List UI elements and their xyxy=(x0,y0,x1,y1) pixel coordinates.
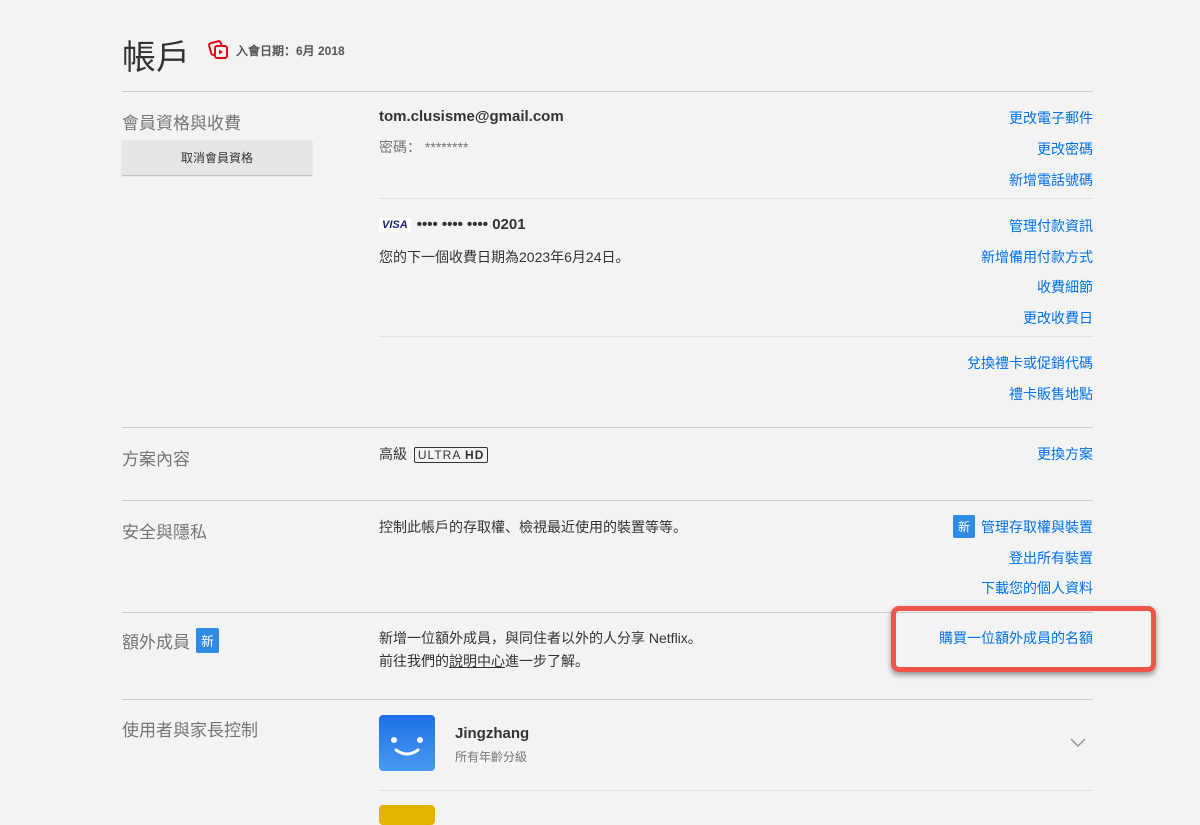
security-description: 控制此帳戶的存取權、檢視最近使用的裝置等等。 xyxy=(379,519,687,535)
section-profiles: 使用者與家長控制 xyxy=(122,721,258,740)
next-billing-date: 您的下一個收費日期為2023年6月24日。 xyxy=(379,249,630,265)
redeem-gift-card-link[interactable]: 兌換禮卡或促銷代碼 xyxy=(967,353,1093,373)
membership-icon xyxy=(208,40,228,59)
ultra-hd-badge: ULTRA HD xyxy=(413,447,489,463)
billing-details-link[interactable]: 收費細節 xyxy=(1037,277,1093,297)
smiley-icon xyxy=(391,737,423,756)
sign-out-all-devices-link[interactable]: 登出所有裝置 xyxy=(1009,548,1093,568)
visa-icon: VISA xyxy=(379,217,411,232)
profile-rating: 所有年齡分級 xyxy=(455,750,528,764)
buy-extra-member-link[interactable]: 購買一位額外成員的名額 xyxy=(939,628,1093,648)
change-password-link[interactable]: 更改密碼 xyxy=(1037,139,1093,159)
help-center-line: 前往我們的說明中心進一步了解。 xyxy=(379,651,589,671)
divider xyxy=(379,198,1093,199)
page-title: 帳戶 xyxy=(122,39,190,77)
account-email: tom.clusisme@gmail.com xyxy=(379,108,564,125)
profile-avatar[interactable] xyxy=(379,715,435,771)
new-badge: 新 xyxy=(952,515,975,538)
divider xyxy=(122,91,1093,92)
add-phone-link[interactable]: 新增電話號碼 xyxy=(1009,170,1093,190)
manage-access-row: 新管理存取權與裝置 xyxy=(952,515,1093,538)
plan-tier: 高級 xyxy=(379,446,407,462)
badge-hd: HD xyxy=(465,448,485,462)
new-badge: 新 xyxy=(196,628,220,653)
section-extra-member: 額外成員新 xyxy=(122,628,220,653)
divider xyxy=(122,699,1093,700)
password-label: 密碼： xyxy=(379,139,421,155)
manage-access-link[interactable]: 管理存取權與裝置 xyxy=(981,517,1093,537)
help-pre: 前往我們的 xyxy=(379,653,449,669)
help-center-link[interactable]: 說明中心 xyxy=(449,653,505,669)
change-email-link[interactable]: 更改電子郵件 xyxy=(1009,108,1093,128)
change-plan-link[interactable]: 更換方案 xyxy=(1037,444,1093,464)
section-security: 安全與隱私 xyxy=(122,523,207,542)
password-value: ******** xyxy=(424,139,469,155)
extra-member-description: 新增一位額外成員，與同住者以外的人分享 Netflix。 xyxy=(379,630,702,646)
help-post: 進一步了解。 xyxy=(505,653,589,669)
divider xyxy=(122,427,1093,428)
section-membership: 會員資格與收費 xyxy=(122,114,241,133)
change-billing-day-link[interactable]: 更改收費日 xyxy=(1023,308,1093,328)
plan-name: 高級 ULTRA HD xyxy=(379,444,489,464)
divider xyxy=(379,336,1093,337)
payment-card: VISA •••• •••• •••• 0201 xyxy=(379,216,526,233)
add-backup-payment-link[interactable]: 新增備用付款方式 xyxy=(981,247,1093,267)
member-since: 入會日期：6月 2018 xyxy=(208,40,345,60)
profile-name: Jingzhang xyxy=(455,725,530,742)
chevron-down-icon[interactable] xyxy=(1070,738,1086,748)
profile-avatar[interactable] xyxy=(379,805,435,825)
download-personal-info-link[interactable]: 下載您的個人資料 xyxy=(981,578,1093,598)
manage-payment-link[interactable]: 管理付款資訊 xyxy=(1009,216,1093,236)
divider xyxy=(379,790,1093,791)
extra-member-title: 額外成員 xyxy=(122,633,190,652)
cancel-membership-button[interactable]: 取消會員資格 xyxy=(122,140,312,175)
badge-ultra: ULTRA xyxy=(417,448,461,462)
card-number: •••• •••• •••• 0201 xyxy=(416,216,526,233)
divider xyxy=(122,500,1093,501)
section-plan: 方案內容 xyxy=(122,450,190,469)
password-row: 密碼： ******** xyxy=(379,137,468,157)
gift-card-retailers-link[interactable]: 禮卡販售地點 xyxy=(1009,384,1093,404)
